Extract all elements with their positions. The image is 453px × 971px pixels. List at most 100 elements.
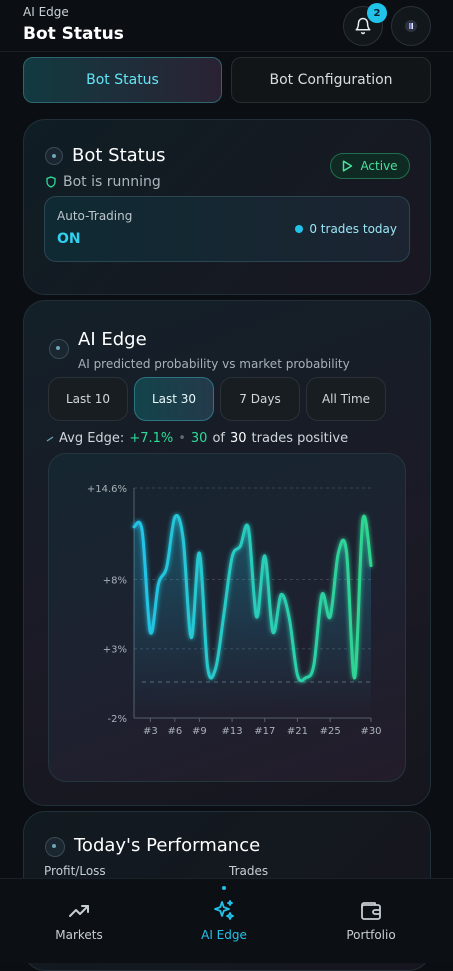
bot-status-card: Bot Status Active Bot is running Auto-Tr… [23,119,431,295]
chevron-down-icon[interactable] [45,837,65,857]
y-tick-label: -2% [108,714,127,725]
y-tick-label: +8% [103,575,127,586]
auto-trading-label: Auto-Trading [57,209,133,223]
data-point [165,566,168,569]
x-tick-label: #25 [320,726,341,737]
avg-edge-value: +7.1% [129,431,174,446]
data-point [141,530,144,533]
auto-trading-panel[interactable]: Auto-Trading ON 0 trades today [44,196,410,262]
data-point [222,613,225,616]
auto-trading-value: ON [57,231,81,247]
trades-label: Trades [229,864,269,878]
data-point [157,582,160,585]
nav-ai-edge-label: AI Edge [201,928,247,942]
data-point [312,664,315,667]
ai-edge-card: AI Edge AI predicted probability vs mark… [23,300,431,806]
x-tick-label: #3 [143,726,158,737]
data-point [173,516,176,519]
data-point [255,615,258,618]
y-tick-label: +3% [103,645,127,656]
data-point [263,554,266,557]
play-icon [343,160,353,172]
total-trades: 30 [229,431,247,446]
filter-all-time[interactable]: All Time [306,377,386,421]
trend-icon [46,435,54,442]
y-tick-label: +14.6% [87,484,127,495]
data-point [190,636,193,639]
data-point [272,631,275,634]
wallet-icon [361,902,381,920]
nav-markets[interactable]: Markets [19,879,139,964]
header-subtitle: AI Edge [23,5,69,19]
data-point [280,593,283,596]
data-point [288,617,291,620]
x-tick-label: #9 [192,726,207,737]
bot-status-title: Bot Status [72,145,166,166]
data-point [321,593,324,596]
ai-edge-subtitle: AI predicted probability vs market proba… [78,357,350,371]
data-point [370,564,373,567]
status-badge-label: Active [360,159,398,173]
positive-suffix: trades positive [251,431,349,446]
filter-last-30[interactable]: Last 30 [134,377,214,421]
edge-chart: +14.6% +8% +3% -2% #3 #6 #9 #13 #17 #21 #25 #30 [87,484,382,737]
profile-button[interactable] [391,6,431,46]
page-title: Bot Status [23,24,124,44]
notifications-button[interactable]: 2 [343,3,387,46]
x-tick-label: #13 [222,726,243,737]
x-tick-label: #21 [287,726,308,737]
avg-edge-summary: Avg Edge: +7.1% • 30 of 30 trades positi… [46,431,348,446]
avatar-icon [405,20,417,32]
data-point [182,536,185,539]
shield-icon [46,176,56,188]
bottom-nav: Markets AI Edge Portfolio [0,878,453,963]
status-badge: Active [330,153,410,179]
ai-edge-icon [49,339,69,359]
x-tick-label: #30 [360,726,381,737]
data-point [353,676,356,679]
data-point [296,674,299,677]
ai-edge-title: AI Edge [78,329,147,350]
active-nav-indicator [222,886,226,890]
tab-bot-status[interactable]: Bot Status [23,57,222,103]
data-point [149,631,152,634]
data-point [337,552,340,555]
data-point [133,525,136,528]
x-tick-label: #17 [254,726,275,737]
performance-title: Today's Performance [74,835,261,856]
data-point [361,518,364,521]
data-point [239,545,242,548]
data-point [304,676,307,679]
notification-badge: 2 [367,3,387,23]
positive-count: 30 [190,431,208,446]
summary-separator: • [178,431,186,446]
avg-edge-label: Avg Edge: [59,431,125,446]
sparkles-icon [214,900,234,920]
data-point [345,550,348,553]
positive-of: of [212,431,225,446]
tab-bot-configuration[interactable]: Bot Configuration [231,57,431,103]
nav-portfolio-label: Portfolio [346,928,396,942]
trades-today: 0 trades today [295,222,397,236]
data-point [329,615,332,618]
trades-today-label: 0 trades today [309,222,397,236]
trending-up-icon [69,905,89,917]
running-text: Bot is running [63,174,161,190]
app-header: AI Edge Bot Status 2 [0,0,453,52]
filter-last-10[interactable]: Last 10 [48,377,128,421]
profit-loss-label: Profit/Loss [44,864,106,878]
x-tick-label: #6 [167,726,182,737]
data-point [198,552,201,555]
edge-chart-panel: +14.6% +8% +3% -2% #3 #6 #9 #13 #17 #21 #25 #30 [48,453,406,782]
trades-today-dot-icon [295,225,304,233]
status-indicator-icon [45,147,63,165]
running-status: Bot is running [46,174,161,190]
data-point [247,527,250,530]
data-point [214,667,217,670]
nav-markets-label: Markets [55,928,103,942]
filter-7-days[interactable]: 7 Days [220,377,300,421]
data-point [206,665,209,668]
data-point [231,556,234,559]
nav-ai-edge[interactable]: AI Edge [164,879,284,964]
nav-portfolio[interactable]: Portfolio [311,879,431,964]
